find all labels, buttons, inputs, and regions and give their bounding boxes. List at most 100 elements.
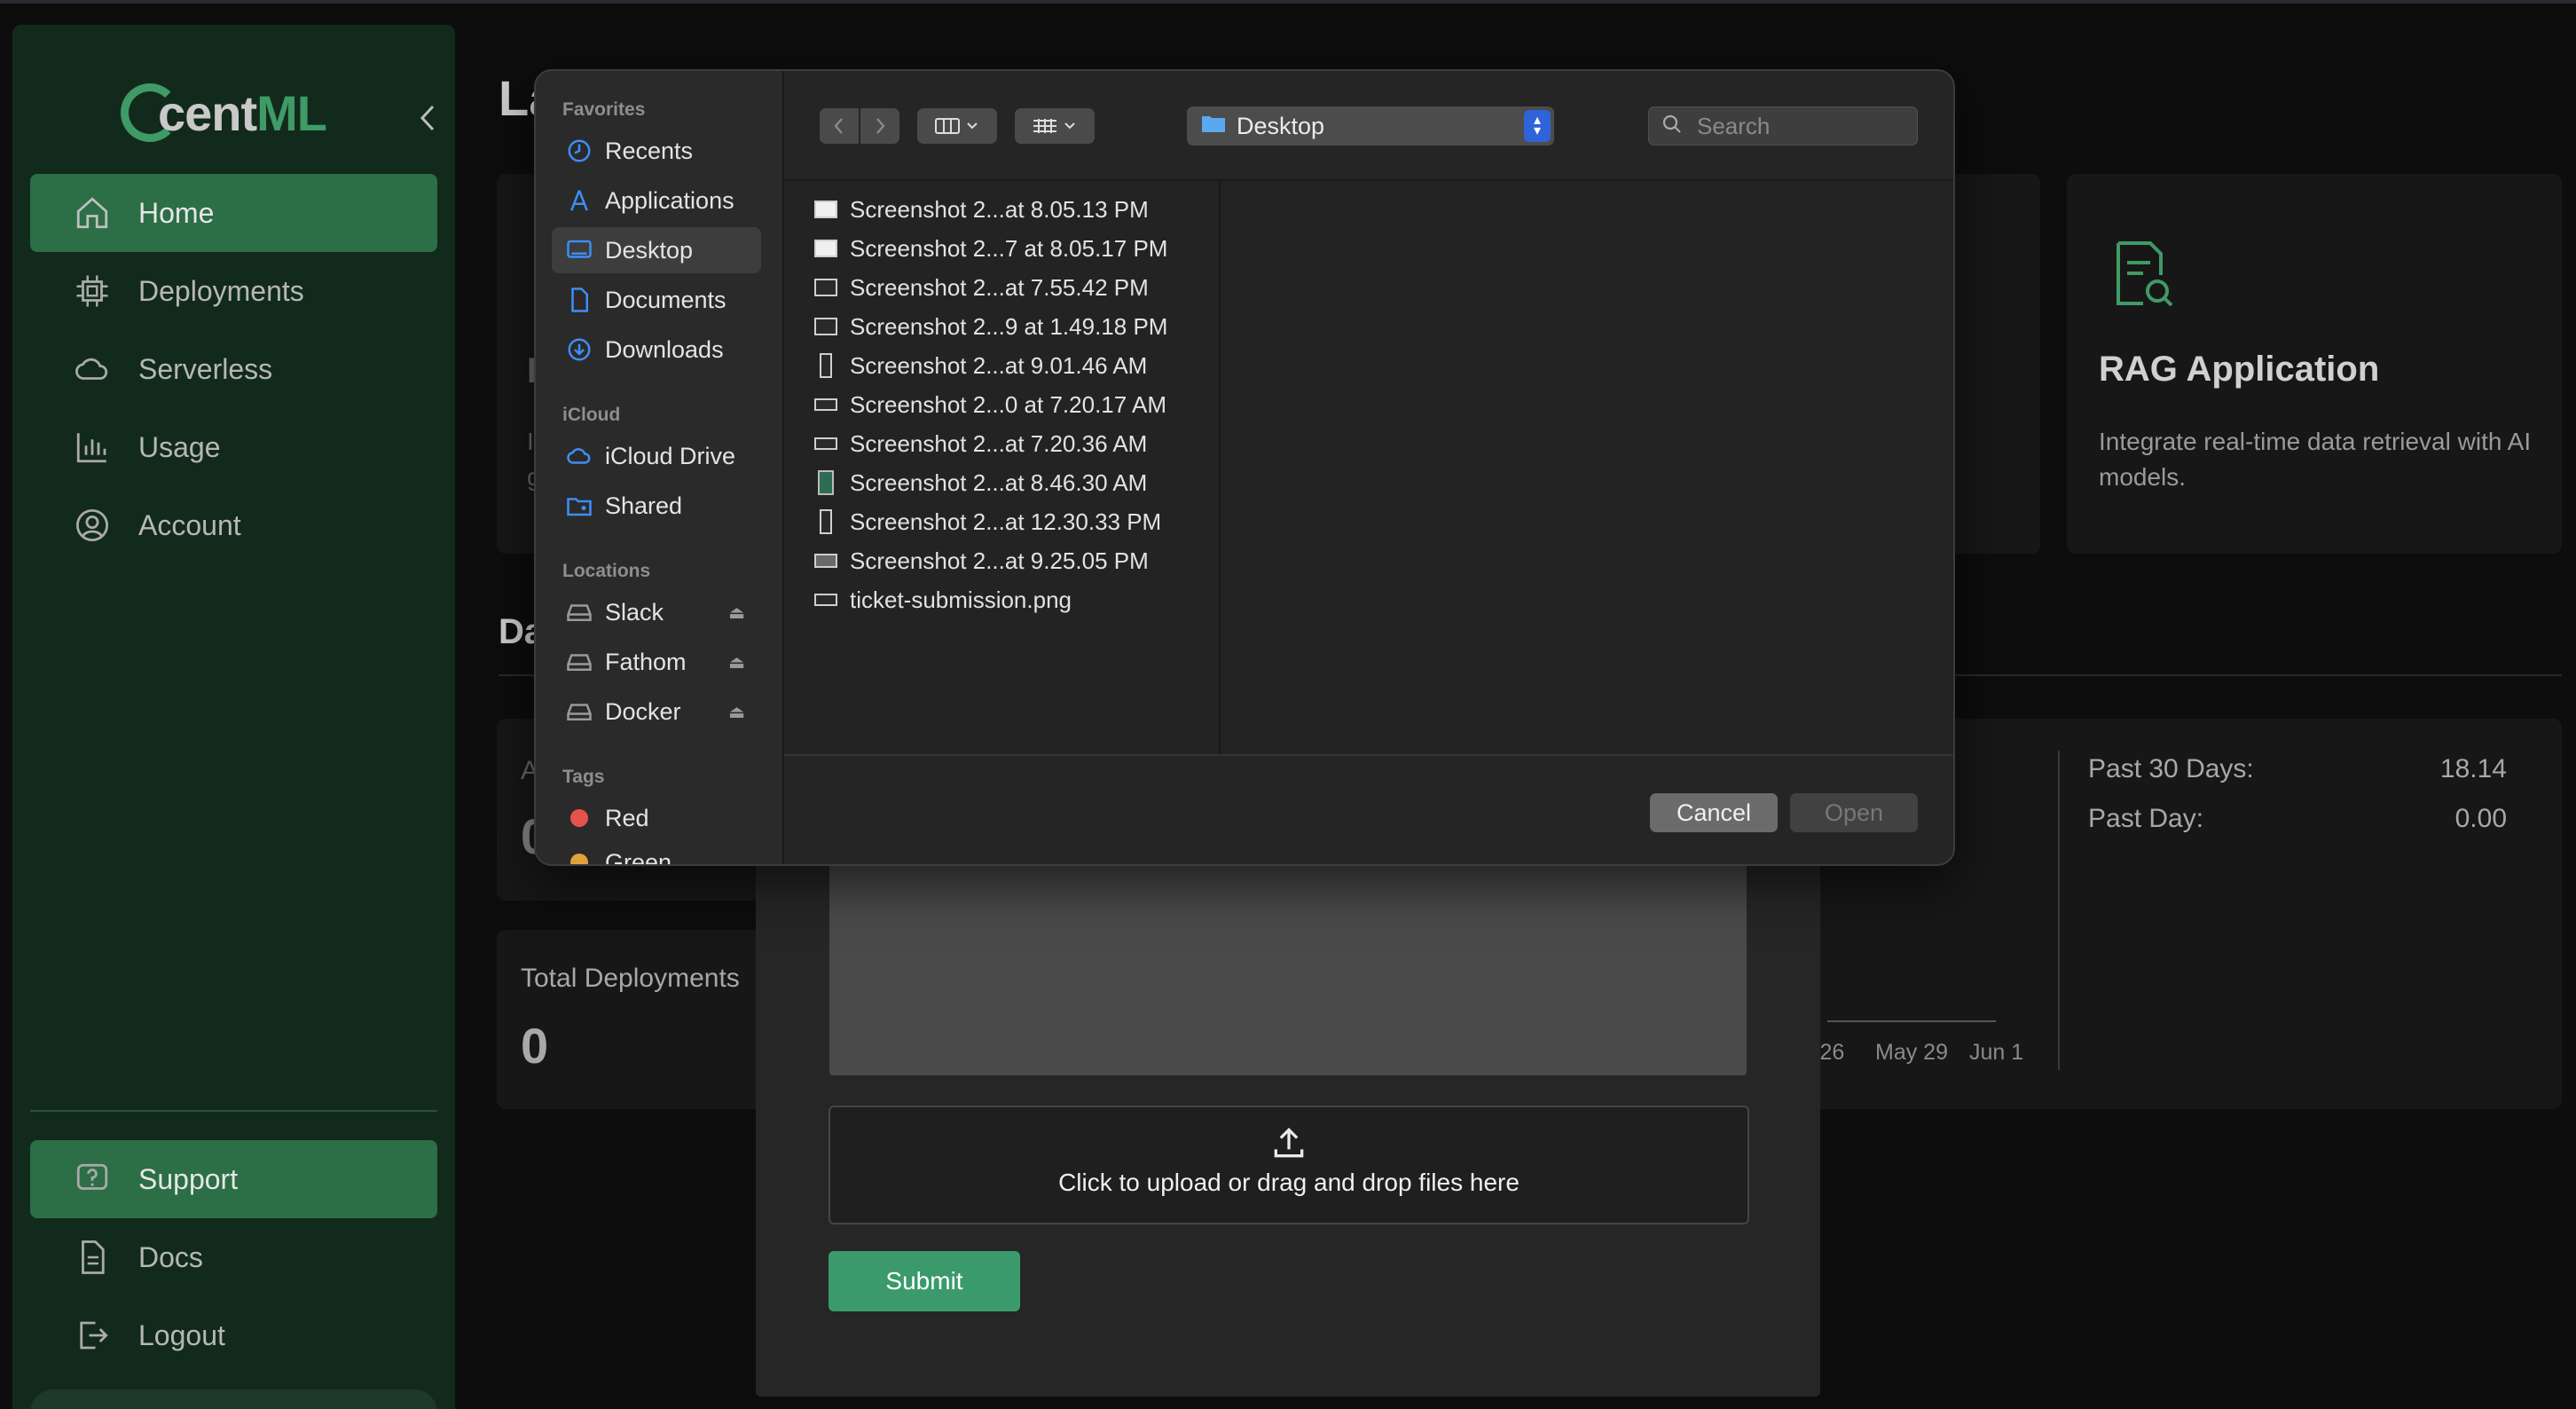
open-button[interactable]: Open <box>1790 793 1918 832</box>
eject-icon[interactable]: ⏏ <box>728 701 745 723</box>
total-deployments-label: Total Deployments <box>521 964 740 993</box>
sidebar-divider <box>30 1110 437 1112</box>
file-item[interactable]: Screenshot 2...7 at 8.05.17 PM <box>814 231 1167 266</box>
past-30-days-label: Past 30 Days: <box>2088 754 2254 783</box>
forward-button[interactable] <box>860 108 899 144</box>
rag-card-title: RAG Application <box>2099 350 2380 389</box>
chevron-left-icon <box>834 118 843 134</box>
search-field[interactable] <box>1648 106 1918 146</box>
collapse-sidebar-icon[interactable] <box>417 103 438 138</box>
total-deployments-value: 0 <box>521 1018 549 1074</box>
file-upload-dropzone[interactable]: Click to upload or drag and drop files h… <box>829 1106 1749 1224</box>
sidebar-item-label: Green <box>605 848 672 865</box>
drive-icon <box>566 698 593 725</box>
sidebar-item-label: Serverless <box>138 352 273 385</box>
eject-icon[interactable]: ⏏ <box>728 651 745 673</box>
image-thumbnail-icon <box>814 201 837 218</box>
red-tag-dot-icon <box>570 809 588 827</box>
sidebar-item-label: Desktop <box>605 236 694 264</box>
sidebar-item-account[interactable]: Account <box>30 486 437 564</box>
location-popup[interactable]: Desktop ▴ ▾ <box>1187 106 1554 146</box>
sidebar-item-desktop[interactable]: Desktop <box>552 227 761 273</box>
past-30-days-value: 18.14 <box>2439 754 2507 783</box>
file-item[interactable]: Screenshot 2...at 9.25.05 PM <box>814 543 1149 579</box>
search-icon <box>1661 114 1683 139</box>
file-item[interactable]: Screenshot 2...at 9.01.46 AM <box>814 348 1147 383</box>
cancel-button[interactable]: Cancel <box>1650 793 1778 832</box>
logout-icon <box>73 1316 112 1355</box>
sidebar-item-usage[interactable]: Usage <box>30 408 437 486</box>
search-input[interactable] <box>1695 111 1912 141</box>
sidebar-item-downloads[interactable]: Downloads <box>552 327 761 373</box>
sidebar-item-deployments[interactable]: Deployments <box>30 252 437 330</box>
file-item[interactable]: Screenshot 2...at 7.20.36 AM <box>814 426 1147 461</box>
sidebar-item-icloud-drive[interactable]: iCloud Drive <box>552 433 761 479</box>
file-name: Screenshot 2...7 at 8.05.17 PM <box>850 234 1168 262</box>
sidebar-item-recents[interactable]: Recents <box>552 128 761 174</box>
file-name: Screenshot 2...at 12.30.33 PM <box>850 508 1162 535</box>
sidebar-item-applications[interactable]: Applications <box>552 177 761 224</box>
popup-stepper-icon: ▴ ▾ <box>1524 110 1551 142</box>
sidebar: cent ML Home Deployments Serverless Usage… <box>12 25 455 1409</box>
clock-icon <box>566 138 593 164</box>
file-item[interactable]: Screenshot 2...at 12.30.33 PM <box>814 504 1161 539</box>
upload-instructions: Click to upload or drag and drop files h… <box>1058 1169 1520 1196</box>
submit-button[interactable]: Submit <box>829 1251 1020 1311</box>
sidebar-item-label: Downloads <box>605 335 724 363</box>
sidebar-item-label: Documents <box>605 286 726 313</box>
sidebar-item-serverless[interactable]: Serverless <box>30 330 437 408</box>
back-button[interactable] <box>820 108 859 144</box>
favorites-heading: Favorites <box>562 99 646 120</box>
usage-card-separator <box>2058 751 2060 1070</box>
credits-badge: … <box>30 1389 437 1409</box>
locations-heading: Locations <box>562 561 651 581</box>
file-name: Screenshot 2...at 9.25.05 PM <box>850 547 1149 574</box>
file-item[interactable]: Screenshot 2...at 8.05.13 PM <box>814 192 1149 227</box>
orange-tag-dot-icon <box>570 854 588 864</box>
sidebar-item-label: Logout <box>138 1318 225 1351</box>
sidebar-item-logout[interactable]: Logout <box>30 1296 437 1374</box>
file-item[interactable]: Screenshot 2...at 8.46.30 AM <box>814 465 1147 500</box>
sidebar-item-label: Red <box>605 804 649 831</box>
group-by-button[interactable] <box>1015 108 1095 144</box>
sidebar-item-shared[interactable]: Shared <box>552 483 761 529</box>
sidebar-item-label: Fathom <box>605 648 687 675</box>
sidebar-item-label: Shared <box>605 492 683 519</box>
file-open-dialog: Favorites Recents Applications Desktop D… <box>534 69 1955 866</box>
rag-document-search-icon <box>2111 240 2175 315</box>
sidebar-item-home[interactable]: Home <box>30 174 437 252</box>
sidebar-item-slack[interactable]: Slack ⏏ <box>552 589 761 635</box>
sidebar-tag-red[interactable]: Red <box>552 795 761 841</box>
file-item[interactable]: Screenshot 2...9 at 1.49.18 PM <box>814 309 1167 344</box>
sidebar-item-docker[interactable]: Docker ⏏ <box>552 689 761 735</box>
sidebar-tag-partial[interactable]: Green <box>552 839 761 864</box>
file-item[interactable]: ticket-submission.png <box>814 582 1072 618</box>
ticket-description-textarea[interactable] <box>829 861 1747 1075</box>
sidebar-item-fathom[interactable]: Fathom ⏏ <box>552 639 761 685</box>
shared-folder-icon <box>566 492 593 519</box>
preview-column <box>1221 181 1953 754</box>
file-item[interactable]: Screenshot 2...0 at 7.20.17 AM <box>814 387 1166 422</box>
chip-icon <box>73 272 112 311</box>
past-day-value: 0.00 <box>2454 804 2507 833</box>
columns-view-icon <box>935 118 978 134</box>
file-name: Screenshot 2...0 at 7.20.17 AM <box>850 390 1167 418</box>
file-item[interactable]: Screenshot 2...at 7.55.42 PM <box>814 270 1149 305</box>
centml-logo[interactable]: cent ML <box>121 64 327 161</box>
sidebar-item-documents[interactable]: Documents <box>552 277 761 323</box>
sidebar-item-label: Docker <box>605 697 681 725</box>
file-list-column: Screenshot 2...at 8.05.13 PM Screenshot … <box>784 181 1221 754</box>
eject-icon[interactable]: ⏏ <box>728 602 745 624</box>
image-thumbnail-icon <box>814 240 837 257</box>
window-top-strip <box>0 0 2576 4</box>
past-day-label: Past Day: <box>2088 804 2204 833</box>
sidebar-item-label: Home <box>138 196 215 229</box>
sidebar-item-docs[interactable]: Docs <box>30 1218 437 1296</box>
file-name: Screenshot 2...9 at 1.49.18 PM <box>850 312 1168 340</box>
image-thumbnail-icon <box>818 470 834 495</box>
grid-view-icon <box>1033 119 1075 133</box>
document-icon <box>73 1238 112 1277</box>
view-columns-button[interactable] <box>917 108 997 144</box>
sidebar-item-label: Deployments <box>138 274 304 307</box>
sidebar-item-support[interactable]: Support <box>30 1140 437 1218</box>
